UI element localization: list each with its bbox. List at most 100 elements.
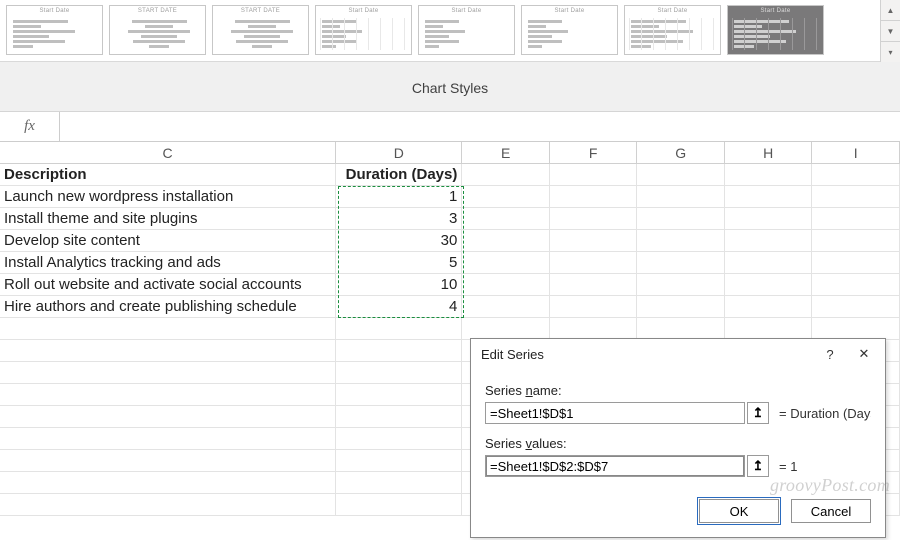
cell[interactable]: Install Analytics tracking and ads (0, 252, 336, 274)
cell[interactable]: 30 (336, 230, 462, 252)
cell[interactable] (0, 450, 336, 472)
fx-icon[interactable]: fx (0, 112, 60, 141)
cell[interactable] (0, 318, 336, 340)
cell[interactable] (0, 384, 336, 406)
cell[interactable] (462, 230, 550, 252)
cell[interactable] (812, 186, 900, 208)
cell[interactable] (0, 494, 336, 516)
cell[interactable]: 5 (336, 252, 462, 274)
cell[interactable] (725, 230, 813, 252)
cell[interactable] (550, 164, 638, 186)
dialog-ok-button[interactable]: OK (699, 499, 779, 523)
cell[interactable] (462, 318, 550, 340)
column-header-H[interactable]: H (725, 142, 813, 163)
chart-style-option[interactable]: Start Date (418, 5, 515, 55)
chart-style-option[interactable]: START DATE (109, 5, 206, 55)
chart-style-option[interactable]: Start Date (6, 5, 103, 55)
cell[interactable] (637, 186, 725, 208)
cell[interactable]: Launch new wordpress installation (0, 186, 336, 208)
cell[interactable] (336, 362, 462, 384)
cell[interactable] (462, 296, 550, 318)
cell[interactable]: Duration (Days) (336, 164, 462, 186)
cell[interactable] (550, 318, 638, 340)
cell[interactable] (462, 252, 550, 274)
cell[interactable] (637, 318, 725, 340)
series-values-ref-button[interactable]: ↥ (747, 455, 769, 477)
cell[interactable] (812, 164, 900, 186)
dialog-close-button[interactable]: ✕ (847, 341, 881, 367)
cell[interactable] (637, 252, 725, 274)
cell[interactable]: Description (0, 164, 336, 186)
cell[interactable] (725, 208, 813, 230)
cell[interactable] (336, 318, 462, 340)
formula-input[interactable] (60, 112, 900, 141)
cell[interactable]: 1 (336, 186, 462, 208)
cell[interactable] (725, 252, 813, 274)
chart-style-option[interactable]: Start Date (315, 5, 412, 55)
cell[interactable]: 10 (336, 274, 462, 296)
gallery-down-button[interactable]: ▼ (881, 21, 900, 42)
cell[interactable]: Install theme and site plugins (0, 208, 336, 230)
dialog-help-button[interactable]: ? (813, 341, 847, 367)
cell[interactable] (336, 472, 462, 494)
cell[interactable]: 3 (336, 208, 462, 230)
cell[interactable] (812, 274, 900, 296)
column-header-I[interactable]: I (812, 142, 900, 163)
chart-style-option[interactable]: Start Date (624, 5, 721, 55)
cell[interactable] (637, 208, 725, 230)
cell[interactable] (336, 340, 462, 362)
cell[interactable] (637, 164, 725, 186)
cell[interactable] (550, 186, 638, 208)
cell[interactable] (462, 186, 550, 208)
dialog-cancel-button[interactable]: Cancel (791, 499, 871, 523)
cell[interactable] (336, 428, 462, 450)
column-header-F[interactable]: F (550, 142, 638, 163)
cell[interactable] (637, 230, 725, 252)
cell[interactable] (550, 230, 638, 252)
column-header-G[interactable]: G (637, 142, 725, 163)
cell[interactable] (550, 208, 638, 230)
chart-style-option[interactable]: Start Date (521, 5, 618, 55)
cell[interactable] (0, 362, 336, 384)
cell[interactable] (0, 472, 336, 494)
chart-style-option[interactable]: START DATE (212, 5, 309, 55)
cell[interactable] (462, 208, 550, 230)
cell[interactable] (0, 340, 336, 362)
cell[interactable] (637, 274, 725, 296)
cell[interactable] (812, 318, 900, 340)
cell[interactable] (462, 274, 550, 296)
cell[interactable]: 4 (336, 296, 462, 318)
cell[interactable] (812, 230, 900, 252)
cell[interactable] (637, 296, 725, 318)
cell[interactable] (812, 208, 900, 230)
chart-style-option[interactable]: Start Date (727, 5, 824, 55)
series-values-input[interactable] (485, 455, 745, 477)
cell[interactable] (550, 296, 638, 318)
cell[interactable]: Hire authors and create publishing sched… (0, 296, 336, 318)
column-header-D[interactable]: D (336, 142, 462, 163)
cell[interactable] (336, 494, 462, 516)
cell[interactable] (550, 252, 638, 274)
cell[interactable] (725, 296, 813, 318)
cell[interactable] (550, 274, 638, 296)
cell[interactable] (812, 252, 900, 274)
cell[interactable] (336, 450, 462, 472)
cell[interactable] (462, 164, 550, 186)
cell[interactable] (725, 318, 813, 340)
cell[interactable] (725, 164, 813, 186)
cell[interactable] (725, 274, 813, 296)
cell[interactable] (0, 406, 336, 428)
series-name-ref-button[interactable]: ↥ (747, 402, 769, 424)
cell[interactable] (336, 406, 462, 428)
cell[interactable] (725, 186, 813, 208)
cell[interactable]: Roll out website and activate social acc… (0, 274, 336, 296)
column-header-E[interactable]: E (462, 142, 550, 163)
cell[interactable]: Develop site content (0, 230, 336, 252)
gallery-more-button[interactable]: ▾ (881, 42, 900, 62)
cell[interactable] (336, 384, 462, 406)
series-name-input[interactable] (485, 402, 745, 424)
cell[interactable] (0, 428, 336, 450)
column-header-C[interactable]: C (0, 142, 336, 163)
gallery-up-button[interactable]: ▲ (881, 0, 900, 21)
cell[interactable] (812, 296, 900, 318)
